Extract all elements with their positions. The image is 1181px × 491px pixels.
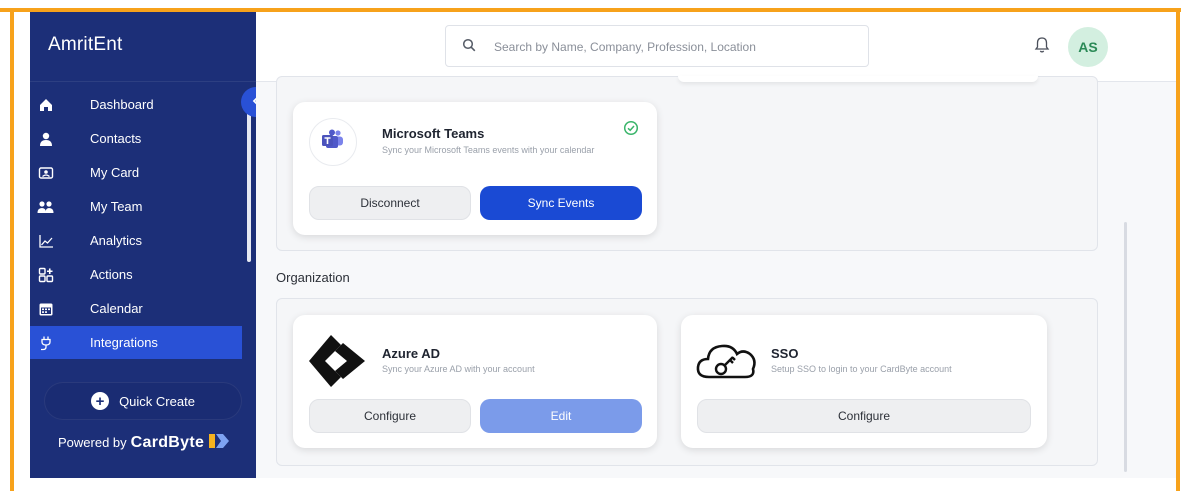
quick-create-label: Quick Create — [119, 393, 195, 409]
sso-card: SSO Setup SSO to login to your CardByte … — [681, 315, 1047, 448]
check-circle-icon — [623, 120, 639, 141]
teams-title: Microsoft Teams — [382, 126, 485, 141]
sidebar-item-label: My Team — [90, 199, 143, 214]
disconnect-button[interactable]: Disconnect — [309, 186, 471, 220]
microsoft-teams-icon — [321, 129, 345, 156]
microsoft-teams-card: Microsoft Teams Sync your Microsoft Team… — [293, 102, 657, 235]
sidebar-item-contacts[interactable]: Contacts — [30, 122, 242, 155]
plug-icon — [36, 333, 56, 353]
organization-heading: Organization — [276, 270, 350, 285]
main-content: Microsoft Teams Sync your Microsoft Team… — [256, 76, 1176, 478]
frame-border-left — [10, 8, 14, 491]
id-card-icon — [36, 163, 56, 183]
azure-ad-title: Azure AD — [382, 346, 441, 361]
sso-configure-button[interactable]: Configure — [697, 399, 1031, 433]
content-scrollbar[interactable] — [1124, 222, 1127, 472]
sidebar-item-label: Dashboard — [90, 97, 154, 112]
azure-ad-description: Sync your Azure AD with your account — [382, 364, 535, 374]
sidebar-item-my-team[interactable]: My Team — [30, 190, 242, 223]
sidebar-item-my-card[interactable]: My Card — [30, 156, 242, 189]
brand-divider — [30, 81, 256, 82]
search-input[interactable] — [494, 36, 854, 58]
search-icon — [462, 38, 476, 57]
avatar[interactable]: AS — [1068, 27, 1108, 67]
azure-configure-button[interactable]: Configure — [309, 399, 471, 433]
sso-description: Setup SSO to login to your CardByte acco… — [771, 364, 952, 374]
chart-icon — [36, 231, 56, 251]
sidebar-item-label: Integrations — [90, 335, 158, 350]
teams-logo — [309, 118, 357, 166]
bell-icon[interactable] — [1034, 36, 1050, 59]
azure-ad-card: Azure AD Sync your Azure AD with your ac… — [293, 315, 657, 448]
teams-description: Sync your Microsoft Teams events with yo… — [382, 145, 595, 155]
sidebar-item-calendar[interactable]: Calendar — [30, 292, 242, 325]
sidebar-item-analytics[interactable]: Analytics — [30, 224, 242, 257]
sidebar-item-label: My Card — [90, 165, 140, 180]
quick-create-button[interactable]: + Quick Create — [44, 382, 242, 420]
top-header: AS — [256, 12, 1176, 82]
frame-border-right — [1176, 8, 1180, 491]
azure-edit-button[interactable]: Edit — [480, 399, 642, 433]
powered-by: Powered by CardByte — [58, 432, 230, 453]
previous-card-edge — [678, 76, 1038, 82]
sync-events-button[interactable]: Sync Events — [480, 186, 642, 220]
sidebar-item-integrations[interactable]: Integrations — [30, 326, 242, 359]
sidebar-item-label: Contacts — [90, 131, 142, 146]
powered-by-text: Powered by — [58, 435, 127, 450]
sidebar-item-dashboard[interactable]: Dashboard — [30, 88, 242, 121]
grid-plus-icon — [36, 265, 56, 285]
sidebar-item-actions[interactable]: Actions — [30, 258, 242, 291]
cardbyte-logo-icon — [208, 432, 230, 453]
sso-title: SSO — [771, 346, 799, 361]
azure-ad-logo-icon — [307, 333, 367, 394]
cardbyte-brand: CardByte — [130, 433, 205, 451]
plus-circle-icon: + — [91, 392, 110, 410]
sidebar-item-label: Analytics — [90, 233, 143, 248]
calendar-icon — [36, 299, 56, 319]
person-icon — [36, 129, 56, 149]
home-icon — [36, 95, 56, 115]
sidebar: AmritEnt Dashboard Contacts My Card My T… — [30, 12, 256, 478]
sidebar-item-label: Actions — [90, 267, 133, 282]
team-icon — [36, 197, 56, 217]
brand-name: AmritEnt — [48, 34, 123, 55]
sidebar-item-label: Calendar — [90, 301, 143, 316]
search-bar — [445, 25, 869, 67]
sidebar-scrollbar[interactable] — [247, 92, 251, 262]
cloud-key-icon — [695, 339, 759, 386]
